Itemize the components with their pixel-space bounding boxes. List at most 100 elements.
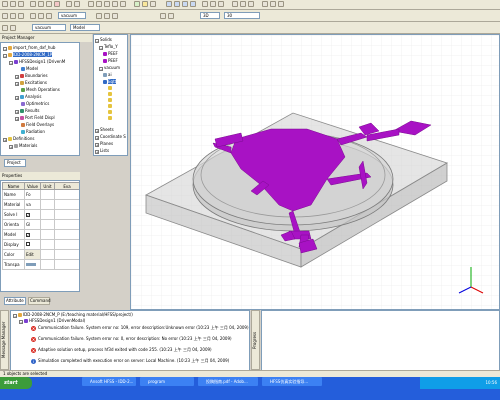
cylinder-icon[interactable]: [174, 1, 180, 7]
expand-icon[interactable]: +: [15, 110, 19, 114]
tree-item-project-import[interactable]: − import_from_dxf_hub: [3, 45, 55, 51]
unite-icon[interactable]: [232, 1, 238, 7]
collapse-icon[interactable]: −: [95, 39, 99, 43]
model-tree-solids[interactable]: −Solids: [95, 37, 112, 43]
display-wireframe-checkbox[interactable]: [26, 242, 30, 246]
tree-item-results[interactable]: + Results: [15, 108, 39, 114]
select-edge-icon[interactable]: [10, 13, 16, 19]
property-row[interactable]: Name Fo: [2, 189, 79, 200]
message-entry[interactable]: × Communication failure. System error no:…: [31, 336, 232, 342]
3d-viewport[interactable]: [130, 34, 500, 310]
collapse-icon[interactable]: −: [3, 47, 7, 51]
taskbar-item-program[interactable]: program: [140, 377, 194, 386]
history-icon[interactable]: [108, 110, 112, 114]
model-tree-vacuum[interactable]: −vacuum: [99, 65, 120, 71]
tree-item-design[interactable]: − HFSSDesign1 (DrivenM: [9, 59, 65, 65]
history-icon[interactable]: [108, 98, 112, 102]
material-select[interactable]: vacuum: [58, 12, 86, 19]
taskbar-item-guide[interactable]: HFSS仿真实验指导...: [262, 377, 322, 386]
select-icon[interactable]: [88, 1, 94, 7]
transparency-slider[interactable]: [26, 263, 36, 266]
tab-command[interactable]: Command: [28, 297, 51, 305]
tree-item-definitions[interactable]: + Definitions: [3, 136, 34, 142]
tab-attribute[interactable]: Attribute: [4, 297, 26, 305]
redo-icon[interactable]: [74, 1, 80, 7]
expand-icon[interactable]: +: [95, 143, 99, 147]
model-tree-lists[interactable]: +Lists: [95, 148, 109, 154]
collapse-icon[interactable]: −: [99, 46, 103, 50]
message-entry[interactable]: × Communication failure. System error no:…: [31, 325, 249, 331]
model-tree-coordinate[interactable]: +Coordinate S: [95, 134, 126, 140]
property-value[interactable]: Gl: [24, 219, 41, 230]
validate-icon[interactable]: [134, 1, 140, 7]
collapse-icon[interactable]: −: [13, 314, 17, 318]
model-tree-planes[interactable]: +Planes: [95, 141, 113, 147]
expand-icon[interactable]: +: [95, 129, 99, 133]
history-icon[interactable]: [108, 86, 112, 90]
color-edit-button[interactable]: Edit: [24, 249, 41, 260]
property-row[interactable]: Model ✓: [2, 229, 79, 240]
tree-item-field-overlays[interactable]: Field Overlays: [21, 122, 54, 128]
pan-icon[interactable]: [96, 1, 102, 7]
box-icon[interactable]: [166, 1, 172, 7]
shaded-icon[interactable]: [168, 13, 174, 19]
save-icon[interactable]: [18, 1, 24, 7]
new-icon[interactable]: [2, 1, 8, 7]
taskbar-item-pdf[interactable]: 投稿指南.pdf - Adob...: [198, 377, 258, 386]
rectangle-icon[interactable]: [210, 1, 216, 7]
measure-distance-icon[interactable]: [104, 13, 110, 19]
view-select[interactable]: 3D: [200, 12, 220, 19]
tree-item-port-field[interactable]: + Port Field Displ: [15, 115, 55, 121]
message-entry[interactable]: i Simulation completed with execution err…: [31, 358, 229, 364]
history-icon[interactable]: [108, 116, 112, 120]
subtract-icon[interactable]: [240, 1, 246, 7]
select-face-icon[interactable]: [2, 13, 8, 19]
start-button[interactable]: start: [0, 377, 32, 389]
tree-item-materials[interactable]: + Materials: [9, 143, 37, 149]
rotate-icon[interactable]: [104, 1, 110, 7]
model-checkbox[interactable]: ✓: [26, 233, 30, 237]
message-entry[interactable]: × Adaptive solution setup, process hf3d e…: [31, 347, 212, 353]
progress-tab[interactable]: Progress: [251, 310, 260, 370]
property-value[interactable]: Fo: [24, 189, 41, 200]
tray-clock[interactable]: 10:56: [485, 377, 497, 389]
wcs-icon[interactable]: [96, 13, 102, 19]
fit-all-icon[interactable]: [120, 1, 126, 7]
property-row[interactable]: Display: [2, 239, 79, 250]
tree-item-optimetrics[interactable]: Optimetrics: [21, 101, 49, 107]
expand-icon[interactable]: +: [15, 117, 19, 121]
expand-icon[interactable]: +: [95, 136, 99, 140]
tree-item-model[interactable]: Model: [21, 66, 38, 72]
sphere-icon[interactable]: [182, 1, 188, 7]
model-tree-air[interactable]: ai: [103, 72, 112, 78]
analyze-icon[interactable]: [142, 1, 148, 7]
select-vertex-icon[interactable]: [18, 13, 24, 19]
collapse-icon[interactable]: −: [3, 54, 7, 58]
draw-cylinder-icon[interactable]: [38, 13, 44, 19]
undo-icon[interactable]: [66, 1, 72, 7]
expand-icon[interactable]: +: [3, 138, 7, 142]
taskbar-item-hfss[interactable]: Ansoft HFSS - IDD-2...: [82, 377, 136, 386]
property-row[interactable]: Solve I ✓: [2, 209, 79, 220]
delete-icon[interactable]: [54, 1, 60, 7]
wireframe-icon[interactable]: [160, 13, 166, 19]
measure-icon[interactable]: [278, 1, 284, 7]
zoom-select[interactable]: 30: [224, 12, 260, 19]
tree-item-radiation[interactable]: Radiation: [21, 129, 45, 135]
property-row[interactable]: Orienta Gl: [2, 219, 79, 230]
paste-icon[interactable]: [46, 1, 52, 7]
property-row[interactable]: Transpa: [2, 259, 79, 270]
message-manager-tab[interactable]: Message Manager: [0, 310, 9, 370]
3d-model-view[interactable]: [131, 35, 500, 310]
grid-icon[interactable]: [262, 1, 268, 7]
circle-icon[interactable]: [218, 1, 224, 7]
collapse-icon[interactable]: −: [99, 67, 103, 71]
model-tree-sheets[interactable]: +Sheets: [95, 127, 114, 133]
expand-icon[interactable]: +: [15, 82, 19, 86]
model-tree-pec1[interactable]: PEEF: [103, 51, 118, 57]
property-value[interactable]: va: [24, 199, 41, 210]
history-icon[interactable]: [108, 104, 112, 108]
zoom-icon[interactable]: [112, 1, 118, 7]
history-icon[interactable]: [108, 92, 112, 96]
model-tree-pec2[interactable]: PEEF: [103, 58, 118, 64]
